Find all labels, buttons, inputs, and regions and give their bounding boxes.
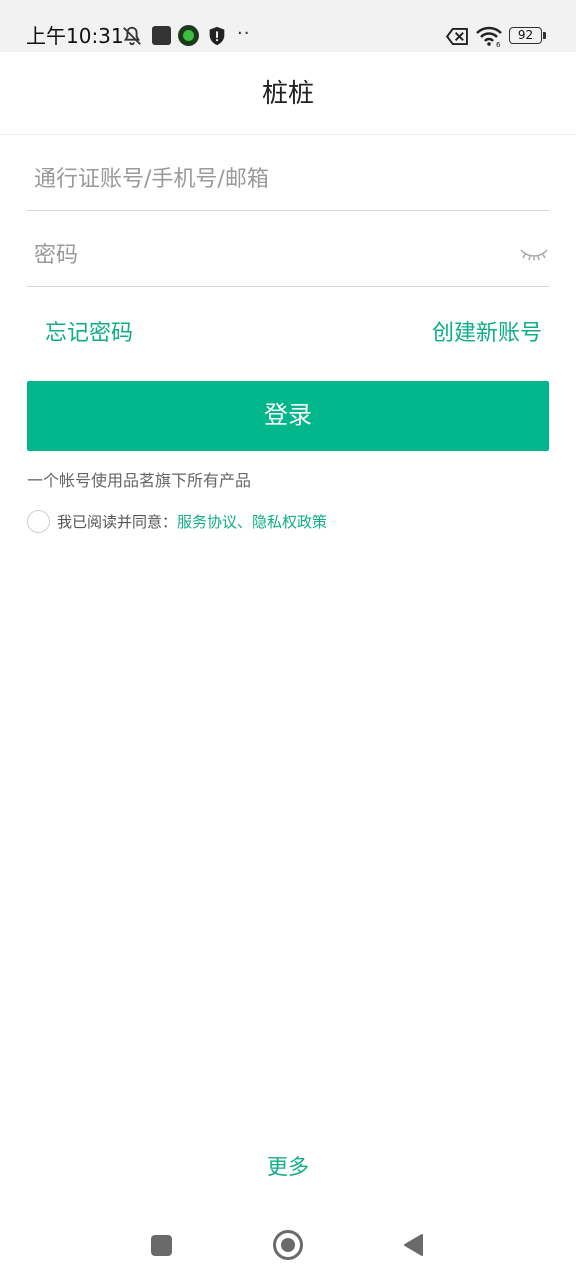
system-nav-bar [0,1210,576,1280]
agreement-text: 我已阅读并同意：服务协议、隐私权政策 [57,511,327,533]
more-link[interactable]: 更多 [0,1152,576,1182]
page-title: 桩桩 [261,79,314,109]
sim-off-icon [446,28,468,45]
create-account-link[interactable]: 创建新账号 [432,318,542,350]
shield-icon [209,26,225,46]
recent-apps-icon[interactable] [151,1235,172,1256]
agreement-checkbox[interactable] [27,510,50,533]
password-input[interactable] [34,233,504,277]
account-field [27,135,549,211]
forgot-password-link[interactable]: 忘记密码 [45,318,133,350]
back-icon[interactable] [402,1233,424,1257]
hint-text: 一个帐号使用品茗旗下所有产品 [27,471,252,490]
password-field [27,211,549,287]
agreement-links[interactable]: 服务协议、隐私权政策 [177,513,327,531]
app-round-icon [178,25,199,46]
agreement-row: 我已阅读并同意：服务协议、隐私权政策 [27,509,427,535]
login-screen: 上午10:31 ·· 6 92 桩桩 通行证账号/手机号/邮箱 忘记密码 创建新… [0,0,576,1280]
home-icon[interactable] [273,1230,303,1260]
more-dots-icon: ·· [237,23,251,44]
status-bar: 上午10:31 ·· 6 92 [0,0,576,52]
app-square-icon [152,26,171,45]
svg-text:6: 6 [496,41,501,47]
eye-closed-icon[interactable] [519,247,549,263]
agreement-prefix: 我已阅读并同意： [57,513,178,531]
wifi-icon: 6 [476,26,502,47]
account-input[interactable] [34,157,504,201]
app-header: 桩桩 [0,52,576,135]
battery-cap [543,32,546,39]
bell-off-icon [123,26,141,46]
login-button[interactable]: 登录 [27,381,549,451]
status-time: 上午10:31 [26,24,124,48]
battery-icon: 92 [509,27,542,44]
